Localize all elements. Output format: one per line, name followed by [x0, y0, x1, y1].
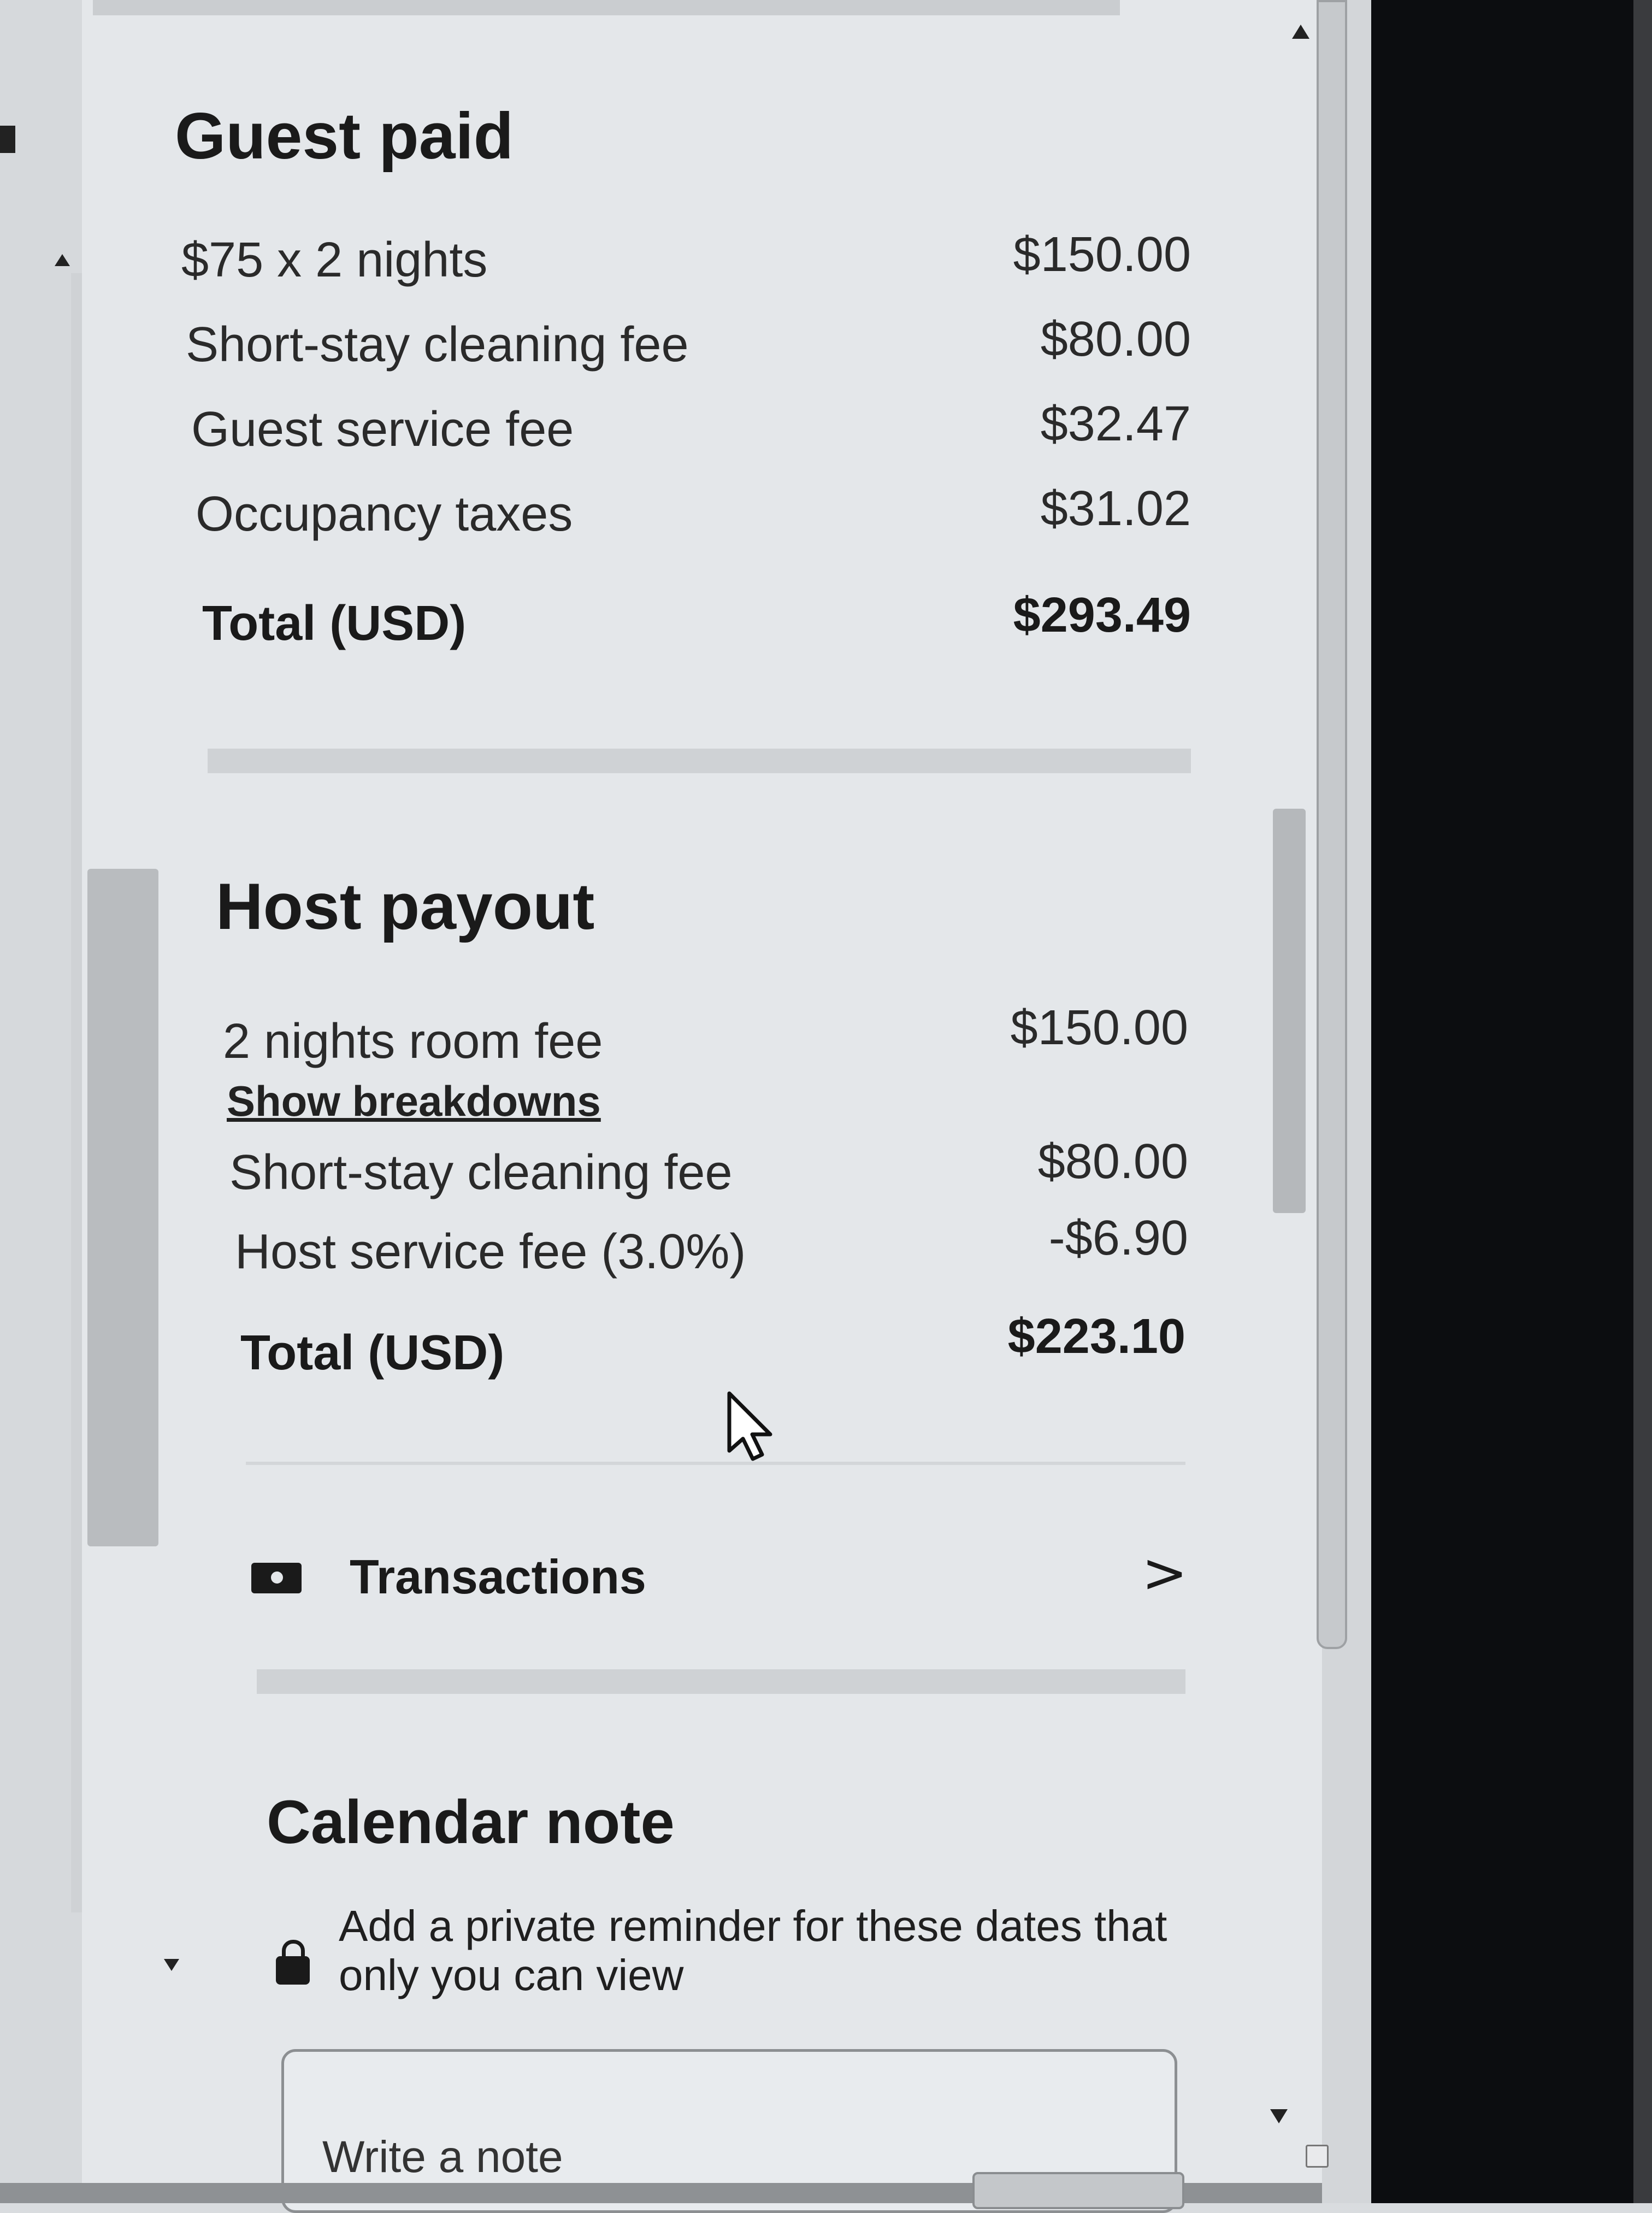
window-scroll-thumb[interactable] [1317, 0, 1347, 1649]
window-corner-button[interactable] [1306, 2145, 1329, 2168]
transactions-row[interactable]: Transactions > [240, 1525, 1202, 1623]
host-payout-title: Host payout [216, 870, 595, 943]
monitor-edge [1633, 0, 1652, 2203]
host-row-amount: -$6.90 [1048, 1211, 1188, 1266]
calendar-note-title: Calendar note [267, 1788, 675, 1856]
left-scroll-up-arrow-icon[interactable] [55, 254, 70, 266]
calendar-note-description: Add a private reminder for these dates t… [339, 1902, 1167, 1999]
chevron-right-icon[interactable]: > [1142, 1541, 1188, 1605]
host-row-label: Host service fee (3.0%) [235, 1225, 746, 1279]
mouse-pointer-icon [727, 1391, 781, 1464]
window-scroll-down-arrow-icon[interactable] [1270, 2109, 1288, 2123]
top-divider [93, 0, 1120, 15]
lock-icon [276, 1940, 310, 1985]
guest-total-label: Total (USD) [202, 596, 467, 651]
guest-row-amount: $80.00 [1040, 312, 1191, 367]
monitor-bezel [1371, 0, 1652, 2203]
host-row-amount: $80.00 [1037, 1134, 1188, 1189]
left-window-strip [0, 0, 82, 2203]
scroll-down-arrow-icon[interactable] [164, 1959, 179, 1971]
section-divider [208, 749, 1191, 773]
panel-scroll-thumb[interactable] [1273, 809, 1306, 1213]
scroll-up-arrow-icon[interactable] [1292, 25, 1309, 39]
section-divider [257, 1669, 1185, 1694]
host-total-amount: $223.10 [1007, 1309, 1185, 1364]
host-total-label: Total (USD) [240, 1326, 505, 1380]
host-row-amount: $150.00 [1010, 1000, 1188, 1055]
guest-row-label: Short-stay cleaning fee [186, 317, 689, 372]
host-row-label: 2 nights room fee [223, 1014, 603, 1069]
host-row-label: Short-stay cleaning fee [229, 1145, 733, 1200]
left-scroll-thumb[interactable] [87, 869, 158, 1546]
show-breakdowns-link[interactable]: Show breakdowns [227, 1076, 601, 1126]
guest-row-amount: $31.02 [1040, 481, 1191, 536]
guest-paid-title: Guest paid [175, 99, 514, 173]
transactions-label: Transactions [350, 1550, 646, 1604]
guest-total-amount: $293.49 [1013, 588, 1191, 643]
guest-row-label: $75 x 2 nights [181, 233, 488, 287]
left-window-tab-icon [0, 126, 15, 153]
money-icon [251, 1563, 302, 1593]
bottom-toolbar-button[interactable] [972, 2172, 1184, 2209]
guest-row-label: Occupancy taxes [196, 487, 573, 542]
section-divider [246, 1462, 1185, 1465]
guest-row-amount: $32.47 [1040, 397, 1191, 451]
guest-row-amount: $150.00 [1013, 227, 1191, 282]
guest-row-label: Guest service fee [191, 402, 574, 457]
